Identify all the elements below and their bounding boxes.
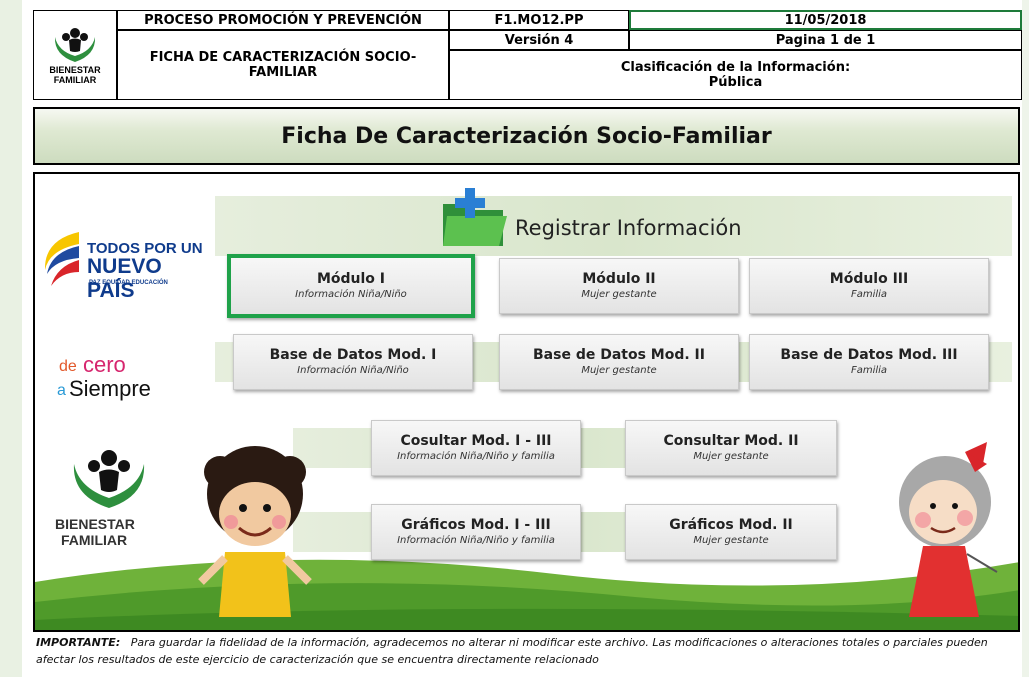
classification-value: Pública (708, 75, 763, 90)
base-datos-mod-i-button[interactable]: Base de Datos Mod. I Información Niña/Ni… (233, 334, 473, 390)
date-cell[interactable]: 11/05/2018 (629, 10, 1022, 30)
bf-line1: BIENESTAR (55, 516, 135, 532)
page-title-banner: Ficha De Caracterización Socio-Familiar (33, 107, 1020, 165)
base-datos-mod-i-subtitle: Información Niña/Niño (297, 365, 409, 376)
important-notice: IMPORTANTE: Para guardar la fidelidad de… (36, 634, 1021, 677)
form-title-cell: FICHA DE CARACTERIZACIÓN SOCIO-FAMILIAR (117, 30, 449, 100)
base-datos-mod-i-title: Base de Datos Mod. I (269, 347, 437, 363)
modulo-i-button[interactable]: Módulo I Información Niña/Niño (227, 254, 475, 318)
classification-label: Clasificación de la Información: (620, 60, 851, 75)
consultar-mod-ii-button[interactable]: Consultar Mod. II Mujer gestante (625, 420, 837, 476)
document-header: BIENESTAR FAMILIAR PROCESO PROMOCIÓN Y P… (33, 10, 1022, 100)
graficos-mod-ii-button[interactable]: Gráficos Mod. II Mujer gestante (625, 504, 837, 560)
todos-line3: PAZ EQUIDAD EDUCACIÓN (89, 280, 168, 286)
header-logo-line2: FAMILIAR (53, 75, 97, 85)
page-cell: Pagina 1 de 1 (629, 30, 1022, 50)
base-datos-mod-iii-button[interactable]: Base de Datos Mod. III Familia (749, 334, 989, 390)
colombia-swoosh-icon (44, 232, 79, 286)
todos-line2: NUEVO PAÍS (87, 255, 162, 302)
consultar-mod-i-iii-title: Cosultar Mod. I - III (400, 433, 552, 449)
modulo-ii-title: Módulo II (582, 271, 656, 287)
main-panel: Registrar Información TODOS POR UN NUEVO… (33, 172, 1020, 632)
modulo-iii-title: Módulo III (829, 271, 909, 287)
cero-word: cero (83, 352, 126, 377)
classification-cell: Clasificación de la Información: Pública (449, 50, 1022, 100)
base-datos-mod-iii-title: Base de Datos Mod. III (780, 347, 958, 363)
version-cell: Versión 4 (449, 30, 629, 50)
cero-de: de (59, 358, 77, 375)
process-cell: PROCESO PROMOCIÓN Y PREVENCIÓN (117, 10, 449, 30)
bf-line2: FAMILIAR (61, 532, 128, 548)
header-logo-line1: BIENESTAR (49, 65, 101, 75)
scroll-strip (1022, 0, 1029, 677)
base-datos-mod-ii-subtitle: Mujer gestante (581, 365, 657, 376)
bienestar-familiar-icon (54, 28, 96, 62)
child-boy-illustration (198, 446, 312, 617)
modulo-iii-subtitle: Familia (850, 289, 888, 300)
todos-por-un-nuevo-pais-logo: TODOS POR UN NUEVO PAÍS PAZ EQUIDAD EDUC… (39, 222, 209, 302)
graficos-mod-i-iii-subtitle: Información Niña/Niño y familia (397, 535, 555, 546)
base-datos-mod-iii-subtitle: Familia (850, 365, 888, 376)
header-logo-cell: BIENESTAR FAMILIAR (33, 10, 117, 100)
de-cero-a-siempre-logo: de cero a Siempre (53, 352, 193, 412)
child-girl-illustration (899, 442, 998, 617)
row-header-strip (0, 0, 22, 677)
graficos-mod-ii-subtitle: Mujer gestante (693, 535, 769, 546)
cero-siempre: Siempre (69, 376, 151, 401)
bienestar-familiar-large-icon (73, 450, 145, 508)
bienestar-familiar-logo: BIENESTAR FAMILIAR (55, 446, 165, 556)
page-title: Ficha De Caracterización Socio-Familiar (281, 123, 772, 149)
base-datos-mod-ii-button[interactable]: Base de Datos Mod. II Mujer gestante (499, 334, 739, 390)
important-label: IMPORTANTE: (36, 636, 121, 649)
consultar-mod-i-iii-subtitle: Información Niña/Niño y familia (397, 451, 555, 462)
consultar-mod-ii-title: Consultar Mod. II (663, 433, 799, 449)
graficos-mod-i-iii-button[interactable]: Gráficos Mod. I - III Información Niña/N… (371, 504, 581, 560)
important-text: Para guardar la fidelidad de la informac… (36, 636, 988, 666)
consultar-mod-i-iii-button[interactable]: Cosultar Mod. I - III Información Niña/N… (371, 420, 581, 476)
spreadsheet-canvas: BIENESTAR FAMILIAR PROCESO PROMOCIÓN Y P… (0, 0, 1029, 677)
modulo-ii-button[interactable]: Módulo II Mujer gestante (499, 258, 739, 314)
code-cell: F1.MO12.PP (449, 10, 629, 30)
consultar-mod-ii-subtitle: Mujer gestante (693, 451, 769, 462)
modulo-ii-subtitle: Mujer gestante (581, 289, 657, 300)
modulo-i-title: Módulo I (316, 271, 386, 287)
base-datos-mod-ii-title: Base de Datos Mod. II (533, 347, 705, 363)
graficos-mod-ii-title: Gráficos Mod. II (669, 517, 793, 533)
modulo-iii-button[interactable]: Módulo III Familia (749, 258, 989, 314)
folder-add-icon (443, 188, 507, 246)
register-label: Registrar Información (515, 216, 742, 240)
modulo-i-subtitle: Información Niña/Niño (295, 289, 407, 300)
cero-a: a (57, 382, 66, 399)
graficos-mod-i-iii-title: Gráficos Mod. I - III (401, 517, 551, 533)
